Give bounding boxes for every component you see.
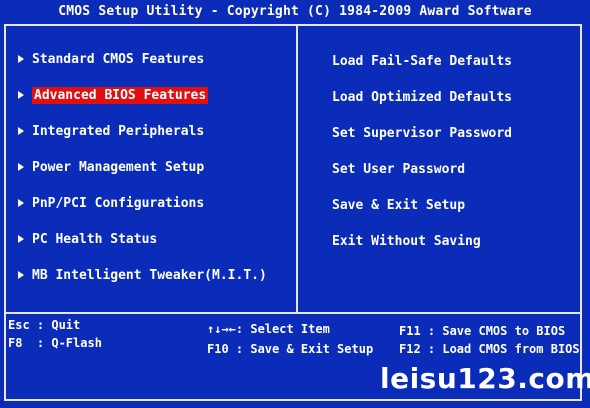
menu-item-exit-without-saving[interactable]: Exit Without Saving (332, 232, 481, 252)
menu-item-mb-intelligent-tweaker[interactable]: MB Intelligent Tweaker(M.I.T.) (18, 266, 267, 286)
footer-f12-load-cmos: F12 : Load CMOS from BIOS (399, 342, 580, 356)
menu-item-integrated-peripherals[interactable]: Integrated Peripherals (18, 122, 204, 142)
footer-f10-save-exit: F10 : Save & Exit Setup (207, 342, 374, 356)
menu-item-label: Power Management Setup (32, 160, 205, 175)
footer-select-item: ↑↓→←: Select Item (207, 322, 330, 336)
menu-item-power-management-setup[interactable]: Power Management Setup (18, 158, 204, 178)
menu-item-label: Set Supervisor Password (332, 126, 513, 141)
menu-item-label: Standard CMOS Features (32, 52, 205, 67)
footer-esc-quit: Esc : Quit (8, 318, 81, 332)
watermark-text: leisu123.com (380, 362, 590, 395)
menu-item-label: Save & Exit Setup (332, 198, 466, 213)
menu-item-pnp-pci-configurations[interactable]: PnP/PCI Configurations (18, 194, 204, 214)
menu-item-label: MB Intelligent Tweaker(M.I.T.) (32, 268, 267, 283)
triangle-right-icon (18, 54, 24, 63)
window-title: CMOS Setup Utility - Copyright (C) 1984-… (58, 4, 532, 19)
footer-divider (4, 312, 582, 314)
menu-item-label: Load Optimized Defaults (332, 90, 513, 105)
menu-item-label: Load Fail-Safe Defaults (332, 54, 513, 69)
menu-item-save-exit-setup[interactable]: Save & Exit Setup (332, 196, 465, 216)
footer-f11-save-cmos: F11 : Save CMOS to BIOS (399, 324, 566, 338)
menu-item-load-fail-safe-defaults[interactable]: Load Fail-Safe Defaults (332, 52, 512, 72)
menu-item-label: PC Health Status (32, 232, 158, 247)
menu-item-label: Integrated Peripherals (32, 124, 205, 139)
menu-item-label: PnP/PCI Configurations (32, 196, 205, 211)
footer-f8-qflash: F8 : Q-Flash (8, 336, 102, 350)
triangle-right-icon (18, 270, 24, 279)
triangle-right-icon (18, 162, 24, 171)
menu-item-set-supervisor-password[interactable]: Set Supervisor Password (332, 124, 512, 144)
menu-item-label: Exit Without Saving (332, 234, 481, 249)
menu-item-load-optimized-defaults[interactable]: Load Optimized Defaults (332, 88, 512, 108)
menu-divider-vertical (296, 24, 298, 314)
menu-item-label: Advanced BIOS Features (32, 87, 209, 104)
main-menu-left: Standard CMOS Features Advanced BIOS Fea… (18, 50, 288, 290)
menu-item-standard-cmos-features[interactable]: Standard CMOS Features (18, 50, 204, 70)
menu-item-set-user-password[interactable]: Set User Password (332, 160, 465, 180)
triangle-right-icon (18, 234, 24, 243)
menu-item-label: Set User Password (332, 162, 466, 177)
triangle-right-icon (18, 90, 24, 99)
triangle-right-icon (18, 198, 24, 207)
menu-item-pc-health-status[interactable]: PC Health Status (18, 230, 157, 250)
menu-item-advanced-bios-features[interactable]: Advanced BIOS Features (18, 86, 209, 106)
triangle-right-icon (18, 126, 24, 135)
main-menu-right: Load Fail-Safe Defaults Load Optimized D… (332, 52, 577, 262)
